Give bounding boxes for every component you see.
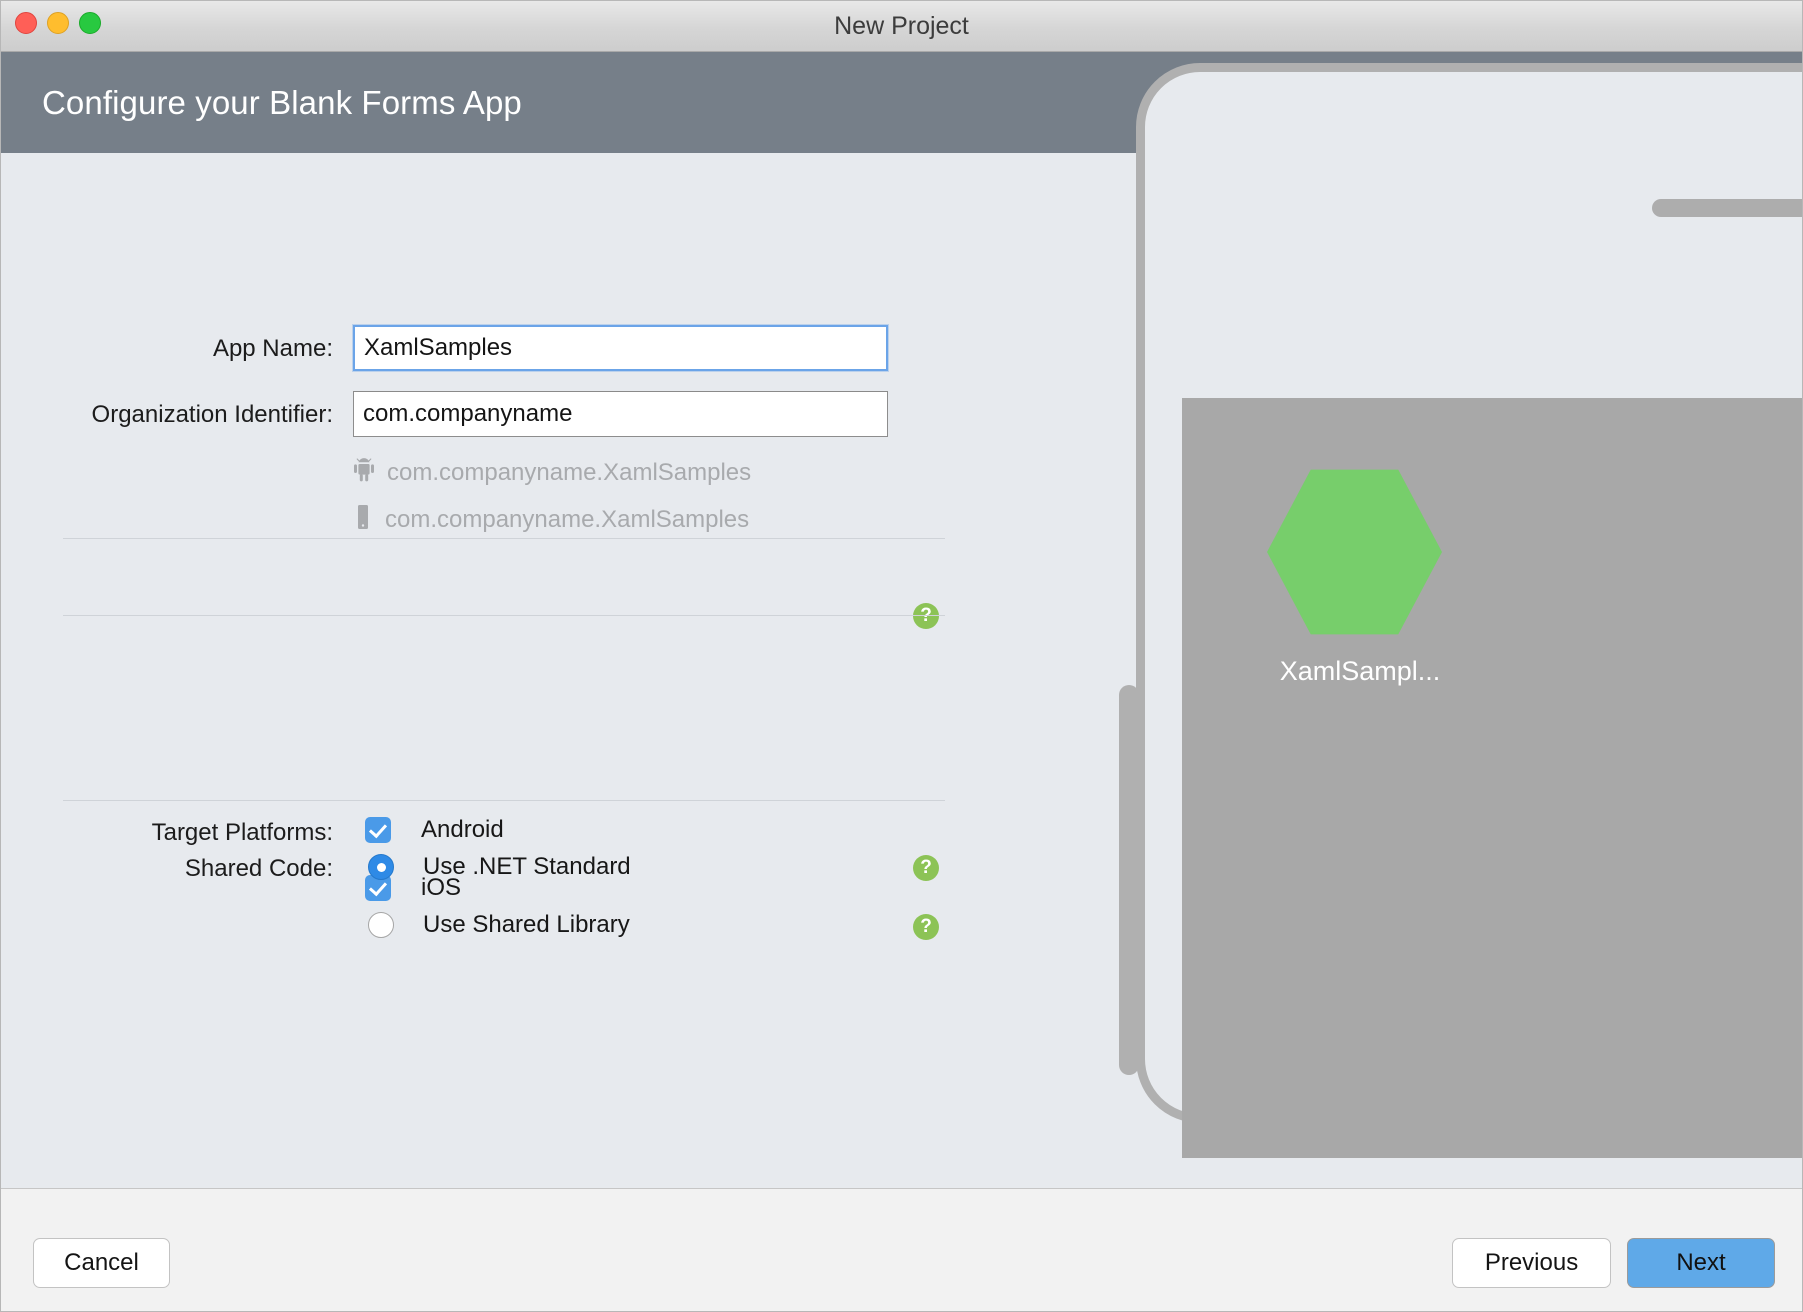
- ios-device-icon: [353, 504, 373, 535]
- radio-net-standard-label: Use .NET Standard: [423, 853, 631, 881]
- window-titlebar: New Project: [0, 0, 1803, 52]
- organization-identifier-label: Organization Identifier:: [0, 401, 333, 429]
- checkbox-android-label: Android: [421, 816, 504, 844]
- app-preview-label: XamlSampl...: [1220, 656, 1500, 687]
- checkbox-android-box[interactable]: [365, 817, 391, 843]
- android-icon: [353, 458, 375, 487]
- shared-code-label: Shared Code:: [0, 855, 333, 883]
- device-volume-button-icon: [1119, 685, 1139, 1075]
- device-screen: XamlSampl...: [1182, 398, 1803, 1158]
- page-title: Configure your Blank Forms App: [42, 84, 522, 122]
- radio-shared-library-dot[interactable]: [368, 912, 394, 938]
- app-name-input[interactable]: [353, 325, 888, 371]
- bundle-preview-android-text: com.companyname.XamlSamples: [387, 459, 751, 487]
- bundle-preview-ios-text: com.companyname.XamlSamples: [385, 506, 749, 534]
- app-name-label: App Name:: [0, 335, 333, 363]
- checkbox-android[interactable]: Android: [365, 816, 504, 844]
- bundle-preview-ios: com.companyname.XamlSamples: [353, 504, 749, 535]
- device-speaker-icon: [1652, 199, 1803, 217]
- next-button[interactable]: Next: [1627, 1238, 1775, 1288]
- organization-identifier-help-icon[interactable]: ?: [913, 603, 939, 629]
- organization-identifier-input[interactable]: [353, 391, 888, 437]
- shared-library-help-icon[interactable]: ?: [913, 914, 939, 940]
- radio-net-standard[interactable]: Use .NET Standard: [368, 853, 631, 881]
- target-platforms-label: Target Platforms:: [0, 819, 333, 847]
- previous-button[interactable]: Previous: [1452, 1238, 1611, 1288]
- app-hexagon-icon: [1267, 468, 1442, 636]
- new-project-window: New Project Configure your Blank Forms A…: [0, 0, 1803, 1312]
- net-standard-help-icon[interactable]: ?: [913, 855, 939, 881]
- section-divider-1: [63, 615, 945, 616]
- window-title: New Project: [0, 0, 1803, 52]
- radio-shared-library-label: Use Shared Library: [423, 911, 630, 939]
- bundle-preview-android: com.companyname.XamlSamples: [353, 458, 751, 487]
- divider-after-identifier: [63, 538, 945, 539]
- divider-after-platforms: [63, 800, 945, 801]
- cancel-button[interactable]: Cancel: [33, 1238, 170, 1288]
- radio-shared-library[interactable]: Use Shared Library: [368, 911, 630, 939]
- radio-net-standard-dot[interactable]: [368, 854, 394, 880]
- wizard-footer: Cancel Previous Next: [0, 1188, 1803, 1312]
